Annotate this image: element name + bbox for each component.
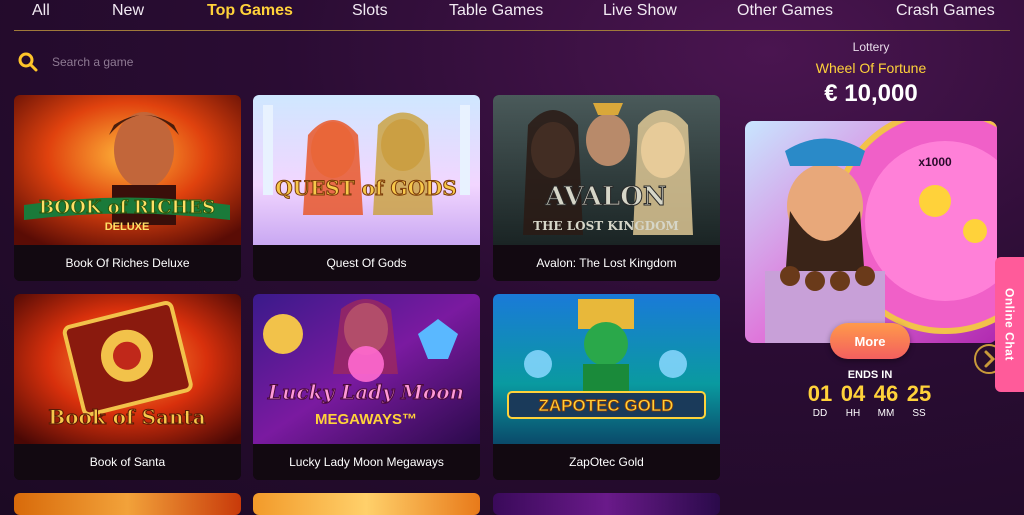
- nav-divider: [14, 30, 1010, 31]
- tab-all[interactable]: All: [32, 2, 50, 20]
- game-title: Lucky Lady Moon Megaways: [253, 444, 480, 480]
- game-thumbnail: QUEST of GODS: [253, 95, 480, 245]
- wheel-multiplier: x1000: [918, 155, 952, 169]
- lottery-countdown: 01 DD 04 HH 46 MM 25 SS: [800, 380, 950, 424]
- game-sublogo: THE LOST KINGDOM: [533, 219, 679, 233]
- tab-slots[interactable]: Slots: [352, 2, 388, 20]
- game-thumbnail: [253, 493, 480, 515]
- lottery-prize-amount: € 10,000: [824, 80, 918, 107]
- game-sublogo: MEGAWAYS™: [315, 411, 417, 428]
- countdown-value: 46: [873, 381, 899, 406]
- game-thumbnail: [493, 493, 720, 515]
- game-search: [18, 50, 278, 74]
- game-logo: Book of Santa: [48, 405, 205, 429]
- countdown-unit: HH: [845, 408, 861, 419]
- game-logo: AVALON: [544, 182, 666, 212]
- game-title: Quest Of Gods: [253, 245, 480, 281]
- game-card[interactable]: Lucky Lady Moon MEGAWAYS™ Lucky Lady Moo…: [253, 294, 480, 480]
- countdown-days: 01 DD: [802, 380, 838, 419]
- lottery-kicker: Lottery: [852, 40, 890, 54]
- game-logo: QUEST of GODS: [275, 176, 457, 200]
- tab-live-show[interactable]: Live Show: [603, 2, 677, 20]
- game-card[interactable]: [493, 493, 720, 515]
- game-title: Book Of Riches Deluxe: [14, 245, 241, 281]
- countdown-unit: DD: [812, 408, 828, 419]
- online-chat-label: Online Chat: [1002, 288, 1017, 361]
- game-thumbnail: AVALON THE LOST KINGDOM: [493, 95, 720, 245]
- countdown-value: 01: [807, 381, 833, 406]
- countdown-value: 25: [906, 381, 932, 406]
- game-card[interactable]: [253, 493, 480, 515]
- tab-top-games[interactable]: Top Games: [207, 2, 293, 20]
- tab-new[interactable]: New: [112, 2, 144, 20]
- game-card[interactable]: ZAPOTEC GOLD ZapOtec Gold: [493, 294, 720, 480]
- countdown-hours: 04 HH: [835, 380, 871, 419]
- game-logo: BOOK of RICHES: [39, 197, 215, 218]
- search-icon[interactable]: [18, 52, 38, 72]
- game-sublogo: DELUXE: [105, 221, 150, 233]
- game-logo: ZAPOTEC GOLD: [538, 396, 673, 415]
- game-thumbnail: ZAPOTEC GOLD: [493, 294, 720, 444]
- game-thumbnail: [14, 493, 241, 515]
- countdown-minutes: 46 MM: [868, 380, 904, 419]
- game-title: Book of Santa: [14, 444, 241, 480]
- game-thumbnail: Book of Santa: [14, 294, 241, 444]
- category-nav: All New Top Games Slots Table Games Live…: [0, 0, 1024, 32]
- game-thumbnail: Lucky Lady Moon MEGAWAYS™: [253, 294, 480, 444]
- game-card[interactable]: AVALON THE LOST KINGDOM Avalon: The Lost…: [493, 95, 720, 281]
- countdown-seconds: 25 SS: [901, 380, 937, 419]
- online-chat-button[interactable]: Online Chat: [995, 257, 1024, 392]
- lottery-promo-image[interactable]: x1000: [745, 121, 997, 343]
- game-title: ZapOtec Gold: [493, 444, 720, 480]
- countdown-value: 04: [840, 381, 866, 406]
- game-card[interactable]: Book of Santa Book of Santa: [14, 294, 241, 480]
- game-title: Avalon: The Lost Kingdom: [493, 245, 720, 281]
- game-card[interactable]: QUEST of GODS Quest Of Gods: [253, 95, 480, 281]
- lottery-more-button[interactable]: More: [830, 323, 910, 359]
- game-thumbnail: BOOK of RICHES DELUXE: [14, 95, 241, 245]
- countdown-unit: SS: [912, 408, 926, 419]
- lottery-game-name[interactable]: Wheel Of Fortune: [745, 60, 997, 76]
- game-logo: Lucky Lady Moon: [267, 380, 464, 404]
- game-card[interactable]: [14, 493, 241, 515]
- game-card[interactable]: BOOK of RICHES DELUXE Book Of Riches Del…: [14, 95, 241, 281]
- countdown-unit: MM: [877, 408, 895, 419]
- tab-other-games[interactable]: Other Games: [737, 2, 833, 20]
- lottery-panel: Lottery Wheel Of Fortune € 10,000: [745, 40, 997, 108]
- tab-crash-games[interactable]: Crash Games: [896, 2, 995, 20]
- tab-table-games[interactable]: Table Games: [449, 2, 543, 20]
- search-input[interactable]: [52, 55, 252, 69]
